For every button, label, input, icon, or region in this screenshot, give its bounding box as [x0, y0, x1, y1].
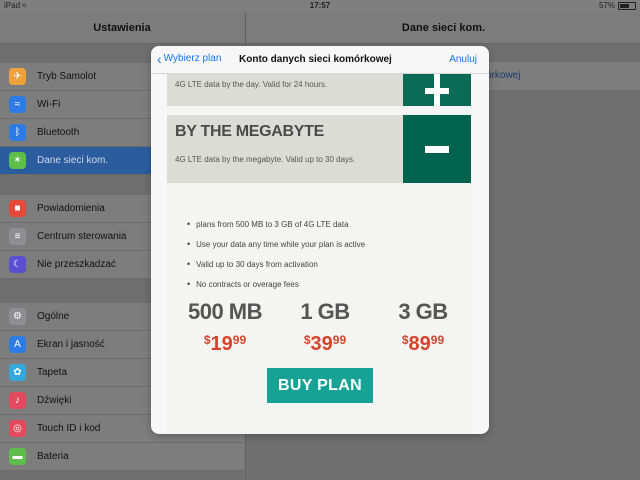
sound-icon: ♪ — [9, 392, 26, 409]
plan-price: $3999 — [303, 333, 347, 355]
list-item: Use your data any time while your plan i… — [187, 234, 365, 254]
sidebar-item-label: Ekran i jasność — [37, 339, 105, 350]
chevron-left-icon: ‹ — [157, 50, 162, 67]
antenna-icon: ✶ — [9, 152, 26, 169]
cellular-data-account-modal: ‹ Wybierz plan Konto danych sieci komórk… — [151, 46, 489, 434]
fingerprint-icon: ◎ — [9, 420, 26, 437]
buy-plan-button[interactable]: BUY PLAN — [267, 368, 373, 403]
sidebar-item-label: Ogólne — [37, 311, 70, 322]
plan-toggle-minus[interactable] — [403, 115, 471, 183]
plan-size: 500 MB — [187, 299, 263, 324]
sidebar-item-label: Wi-Fi — [37, 99, 61, 110]
plan-page: 4G LTE data by the day. Valid for 24 hou… — [167, 46, 473, 434]
master-header: Ustawienia — [0, 12, 244, 44]
plan-option-500mb[interactable]: 500 MB $1999 — [175, 299, 275, 356]
plan-option-3gb[interactable]: 3 GB $8999 — [373, 299, 473, 356]
back-button[interactable]: ‹ Wybierz plan — [157, 50, 222, 67]
sidebar-item-label: Tryb Samolot — [37, 71, 97, 82]
wallpaper-icon: ✿ — [9, 364, 26, 381]
sidebar-item-label: Dane sieci kom. — [37, 155, 109, 166]
battery-percent: 57% — [598, 1, 615, 10]
bluetooth-icon: ᛒ — [9, 124, 26, 141]
minus-icon — [425, 146, 449, 153]
clock: 17:57 — [309, 1, 331, 10]
plan-card-by-megabyte[interactable]: BY THE MEGABYTE 4G LTE data by the megab… — [167, 115, 471, 183]
sidebar-item-label: Bluetooth — [37, 127, 80, 138]
battery-icon — [618, 1, 636, 10]
list-item: Valid up to 30 days from activation — [187, 254, 365, 274]
plan-card-desc: 4G LTE data by the day. Valid for 24 hou… — [175, 80, 328, 89]
feature-list: plans from 500 MB to 3 GB of 4G LTE data… — [187, 214, 365, 294]
control-center-icon: ≡ — [9, 228, 26, 245]
back-label: Wybierz plan — [163, 53, 222, 64]
list-item: plans from 500 MB to 3 GB of 4G LTE data — [187, 214, 365, 234]
plan-price: $1999 — [203, 333, 247, 355]
notifications-icon: ■ — [9, 200, 26, 217]
plan-card-desc: 4G LTE data by the megabyte. Valid up to… — [175, 155, 356, 164]
wifi-icon: ≈ — [9, 96, 26, 113]
detail-cell-label: órkowej — [486, 70, 521, 81]
gear-icon: ⚙ — [9, 308, 26, 325]
plan-price: $8999 — [401, 333, 445, 355]
sidebar-item-label: Nie przeszkadzać — [37, 259, 116, 270]
display-icon: A — [9, 336, 26, 353]
battery-icon: ▬ — [9, 448, 26, 465]
sidebar-item-label: Touch ID i kod — [37, 423, 101, 434]
sidebar-item-label: Dźwięki — [37, 395, 72, 406]
sidebar-item-label: Powiadomienia — [37, 203, 105, 214]
plan-size: 1 GB — [300, 299, 350, 324]
modal-title: Konto danych sieci komórkowej — [239, 54, 392, 65]
moon-icon: ☾ — [9, 256, 26, 273]
plan-card-title: BY THE MEGABYTE — [175, 123, 325, 140]
cancel-button[interactable]: Anuluj — [449, 54, 477, 65]
list-item: No contracts or overage fees — [187, 274, 365, 294]
airplane-icon: ✈ — [9, 68, 26, 85]
sidebar-item-label: Centrum sterowania — [37, 231, 127, 242]
plan-size: 3 GB — [398, 299, 448, 324]
battery-status: 57% — [599, 1, 636, 10]
sidebar-item-label: Bateria — [37, 451, 69, 462]
sidebar-item-label: Tapeta — [37, 367, 68, 378]
detail-title: Dane sieci kom. — [401, 22, 486, 34]
master-title: Ustawienia — [93, 22, 151, 34]
modal-nav-bar: ‹ Wybierz plan Konto danych sieci komórk… — [151, 46, 489, 74]
sidebar-item[interactable]: ▬ Bateria — [0, 443, 244, 471]
plan-option-1gb[interactable]: 1 GB $3999 — [275, 299, 375, 356]
detail-header: Dane sieci kom. — [246, 12, 640, 44]
status-bar: iPad ≈ 17:57 57% — [0, 0, 640, 12]
